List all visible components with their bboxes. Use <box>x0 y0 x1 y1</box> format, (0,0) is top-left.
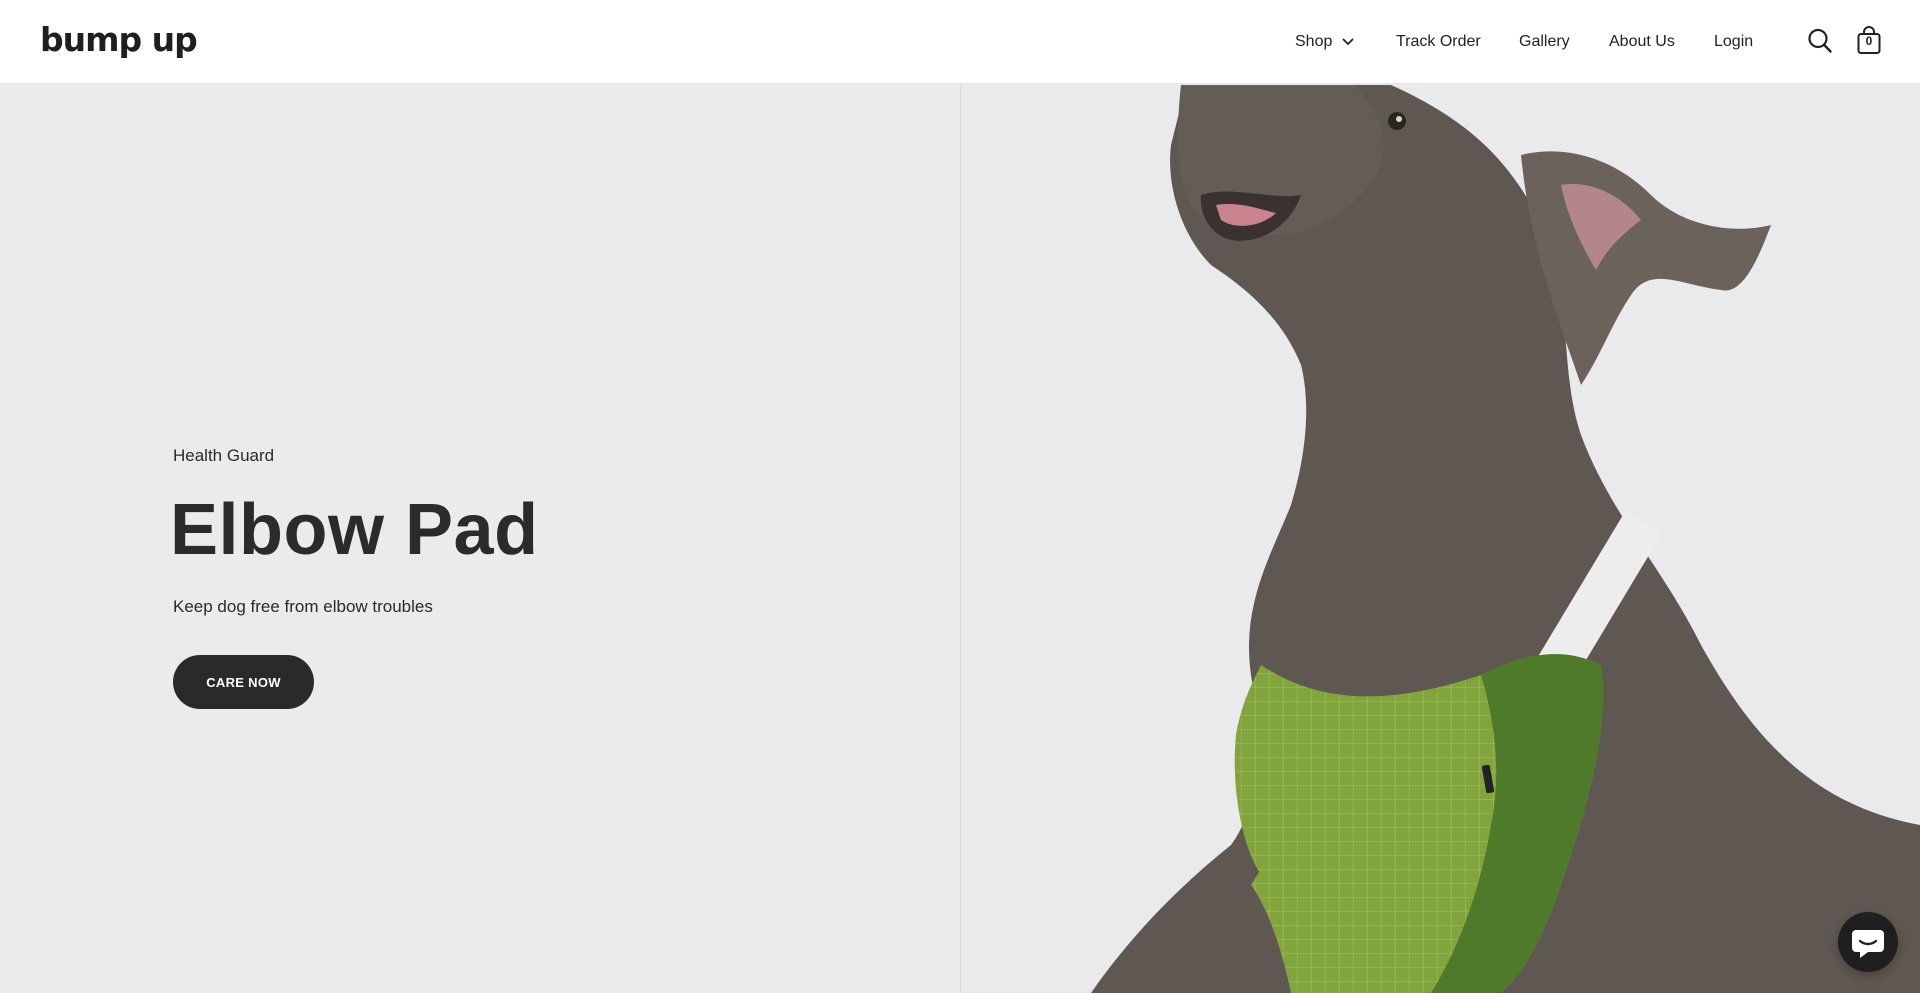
nav-track-order[interactable]: Track Order <box>1396 30 1481 54</box>
logo[interactable]: bump up <box>40 20 198 60</box>
dog-wearing-elbow-pad-image <box>1091 85 1920 993</box>
nav-shop[interactable]: Shop <box>1295 30 1354 54</box>
site-header: bump up Shop Track Order Gallery About U… <box>0 0 1920 84</box>
nav-gallery[interactable]: Gallery <box>1519 30 1570 54</box>
nav-about-us[interactable]: About Us <box>1609 30 1675 54</box>
search-button[interactable] <box>1807 27 1833 55</box>
care-now-button[interactable]: CARE NOW <box>173 655 314 709</box>
chat-icon <box>1852 930 1884 958</box>
nav-login[interactable]: Login <box>1714 30 1753 54</box>
nav-shop-label: Shop <box>1295 33 1333 50</box>
cart-button[interactable]: 0 <box>1856 25 1882 55</box>
hero-eyebrow: Health Guard <box>173 446 275 465</box>
hero-subtitle: Keep dog free from elbow troubles <box>173 597 433 616</box>
cart-count-badge: 0 <box>1865 34 1873 48</box>
chevron-down-icon <box>1342 38 1354 45</box>
hero-title: Elbow Pad <box>170 490 539 570</box>
search-icon <box>1808 28 1832 53</box>
hero-image-panel <box>961 85 1920 993</box>
chat-button[interactable] <box>1838 912 1898 972</box>
